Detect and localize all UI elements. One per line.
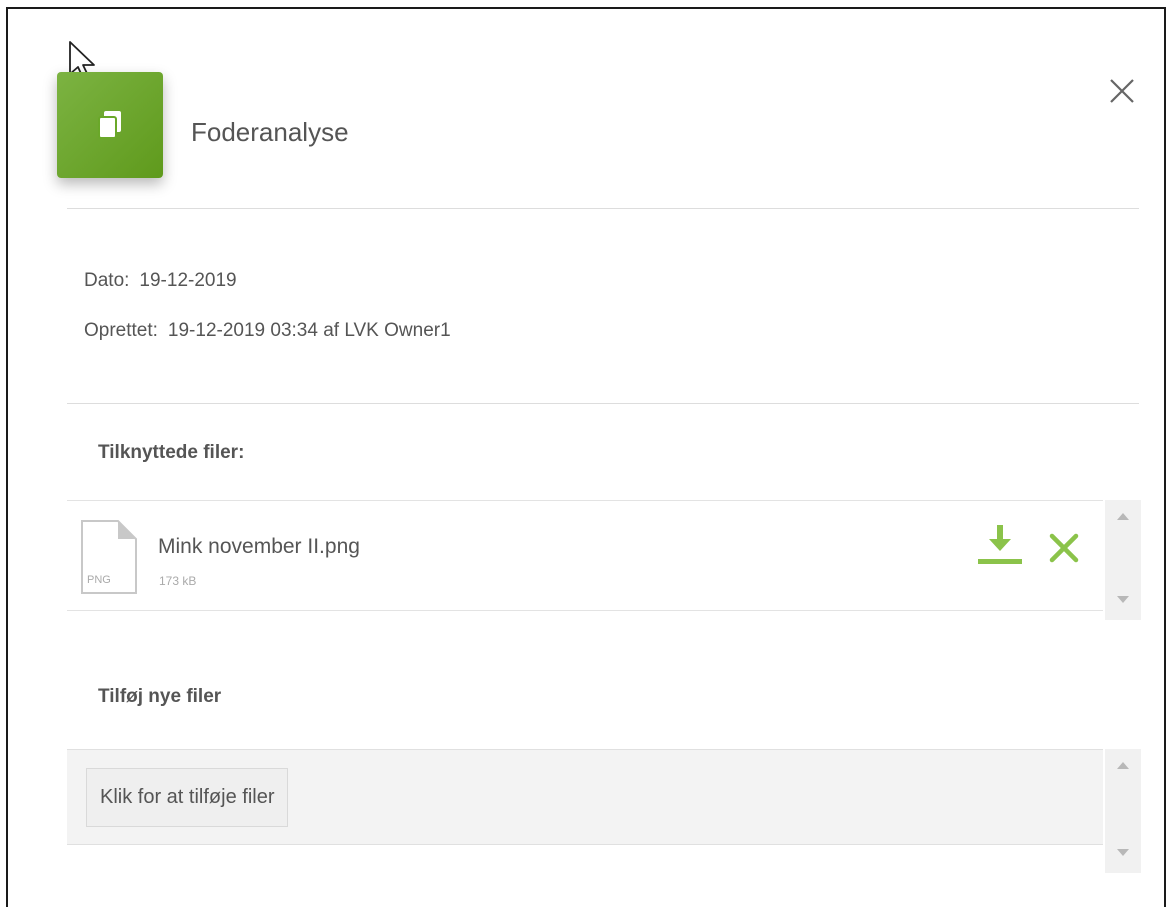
add-files-title: Tilføj nye filer xyxy=(98,686,222,707)
file-dropzone[interactable]: Klik for at tilføje filer xyxy=(67,749,1103,845)
close-icon[interactable] xyxy=(1109,78,1135,104)
created-row: Oprettet: 19-12-2019 03:34 af LVK Owner1 xyxy=(84,320,451,342)
documents-icon xyxy=(98,111,121,139)
file-name: Mink november II.png xyxy=(158,535,360,558)
date-row: Dato: 19-12-2019 xyxy=(84,270,237,292)
png-file-icon: PNG xyxy=(81,520,137,594)
created-value: 19-12-2019 03:34 af LVK Owner1 xyxy=(167,320,451,341)
file-list-scrollbar[interactable] xyxy=(1105,500,1141,620)
add-files-button[interactable]: Klik for at tilføje filer xyxy=(86,768,289,827)
meta-divider xyxy=(67,403,1139,404)
attached-files-title: Tilknyttede filer: xyxy=(98,442,245,463)
download-icon[interactable] xyxy=(978,525,1022,565)
date-label: Dato: xyxy=(84,270,130,291)
app-icon-tile xyxy=(57,72,163,178)
remove-file-icon[interactable] xyxy=(1048,532,1080,564)
scroll-down-arrow-icon[interactable] xyxy=(1117,849,1129,857)
dropzone-scrollbar[interactable] xyxy=(1105,749,1141,873)
scroll-down-arrow-icon[interactable] xyxy=(1117,596,1129,604)
page-title: Foderanalyse xyxy=(191,117,349,147)
attached-files-list: PNG Mink november II.png 173 kB xyxy=(67,500,1103,611)
date-value: 19-12-2019 xyxy=(139,270,237,291)
scroll-up-arrow-icon[interactable] xyxy=(1117,761,1129,769)
file-type-label: PNG xyxy=(87,574,111,586)
file-size: 173 kB xyxy=(159,574,197,588)
header-divider xyxy=(67,208,1139,209)
created-label: Oprettet: xyxy=(84,320,158,341)
scroll-up-arrow-icon[interactable] xyxy=(1117,512,1129,520)
